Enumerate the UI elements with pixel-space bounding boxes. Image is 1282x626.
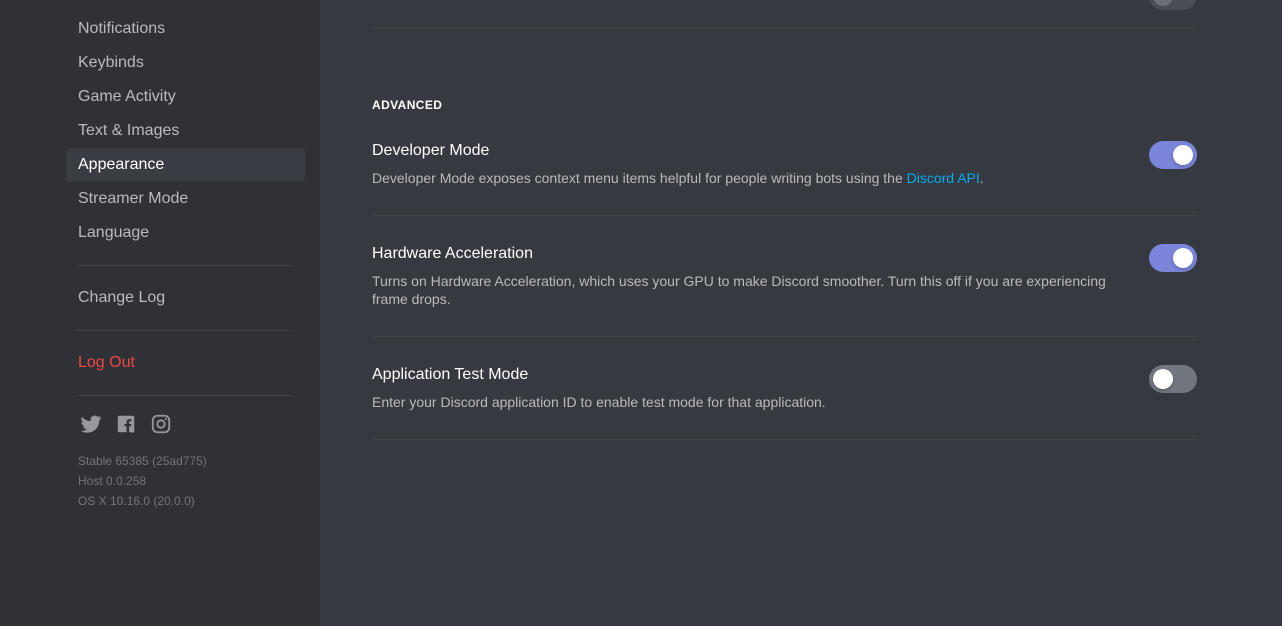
sidebar-item-label: Streamer Mode bbox=[78, 190, 189, 207]
toggle-knob bbox=[1153, 0, 1173, 6]
setting-description: Developer Mode exposes context menu item… bbox=[372, 169, 1119, 187]
description-text-after: . bbox=[979, 170, 984, 186]
sidebar-item-language[interactable]: Language bbox=[66, 216, 305, 250]
description-text-before: Developer Mode exposes context menu item… bbox=[372, 170, 907, 186]
version-build: Stable 65385 (25ad775) bbox=[78, 454, 207, 468]
discord-api-link[interactable]: Discord API bbox=[907, 170, 980, 186]
setting-title: Developer Mode bbox=[372, 142, 490, 159]
sidebar-item-label: Voice & Video bbox=[78, 0, 177, 5]
appearance-settings-panel: Enable Reduced Motion ADVANCED Developer… bbox=[320, 0, 1282, 440]
toggle-knob bbox=[1173, 248, 1193, 268]
sidebar-item-keybinds[interactable]: Keybinds bbox=[66, 46, 305, 80]
sidebar-item-voice-video[interactable]: Voice & Video bbox=[66, 0, 305, 12]
sidebar-item-label: Language bbox=[78, 224, 150, 241]
sidebar-item-log-out[interactable]: Log Out bbox=[66, 346, 305, 380]
twitter-icon[interactable] bbox=[80, 413, 102, 435]
setting-description: Turns on Hardware Acceleration, which us… bbox=[372, 273, 1106, 307]
instagram-icon[interactable] bbox=[150, 413, 172, 435]
sidebar-divider bbox=[78, 330, 292, 331]
sidebar-divider bbox=[78, 265, 292, 266]
sidebar-item-label: Change Log bbox=[78, 289, 166, 306]
sidebar-item-notifications[interactable]: Notifications bbox=[66, 12, 305, 46]
sidebar-item-label: Game Activity bbox=[78, 88, 176, 105]
sidebar-nav-list: Voice & Video Notifications Keybinds Gam… bbox=[0, 0, 320, 511]
sidebar-item-label: Log Out bbox=[78, 354, 135, 371]
setting-title: Hardware Acceleration bbox=[372, 245, 533, 262]
sidebar-divider bbox=[78, 395, 292, 396]
sidebar-item-text-images[interactable]: Text & Images bbox=[66, 114, 305, 148]
setting-title: Enable Reduced Motion bbox=[372, 0, 1119, 2]
sidebar-item-label: Appearance bbox=[78, 156, 165, 173]
enable-reduced-motion-toggle[interactable] bbox=[1149, 0, 1197, 10]
facebook-icon[interactable] bbox=[115, 413, 137, 435]
settings-window: Voice & Video Notifications Keybinds Gam… bbox=[0, 0, 1282, 626]
setting-developer-mode: Developer Mode Developer Mode exposes co… bbox=[372, 141, 1197, 187]
toggle-knob bbox=[1153, 369, 1173, 389]
settings-content: Enable Reduced Motion ADVANCED Developer… bbox=[320, 0, 1282, 626]
setting-hardware-acceleration: Hardware Acceleration Turns on Hardware … bbox=[372, 244, 1197, 308]
sidebar-item-streamer-mode[interactable]: Streamer Mode bbox=[66, 182, 305, 216]
version-info: Stable 65385 (25ad775) Host 0.0.258 OS X… bbox=[0, 437, 320, 511]
setting-application-test-mode: Application Test Mode Enter your Discord… bbox=[372, 365, 1197, 411]
section-divider bbox=[372, 439, 1197, 440]
sidebar-item-game-activity[interactable]: Game Activity bbox=[66, 80, 305, 114]
setting-enable-reduced-motion: Enable Reduced Motion bbox=[372, 0, 1197, 10]
sidebar-item-label: Text & Images bbox=[78, 122, 180, 139]
developer-mode-toggle[interactable] bbox=[1149, 141, 1197, 169]
toggle-knob bbox=[1173, 145, 1193, 165]
setting-description: Enter your Discord application ID to ena… bbox=[372, 394, 826, 410]
sidebar-item-change-log[interactable]: Change Log bbox=[66, 281, 305, 315]
application-test-mode-toggle[interactable] bbox=[1149, 365, 1197, 393]
setting-title: Application Test Mode bbox=[372, 366, 529, 383]
settings-sidebar: Voice & Video Notifications Keybinds Gam… bbox=[0, 0, 320, 626]
social-links bbox=[0, 411, 320, 437]
version-os: OS X 10.16.0 (20.0.0) bbox=[78, 494, 195, 508]
sidebar-item-appearance[interactable]: Appearance bbox=[66, 148, 305, 182]
sidebar-item-label: Notifications bbox=[78, 20, 166, 37]
hardware-acceleration-toggle[interactable] bbox=[1149, 244, 1197, 272]
version-host: Host 0.0.258 bbox=[78, 474, 147, 488]
sidebar-item-label: Keybinds bbox=[78, 54, 144, 71]
section-heading-advanced: ADVANCED bbox=[372, 98, 443, 112]
